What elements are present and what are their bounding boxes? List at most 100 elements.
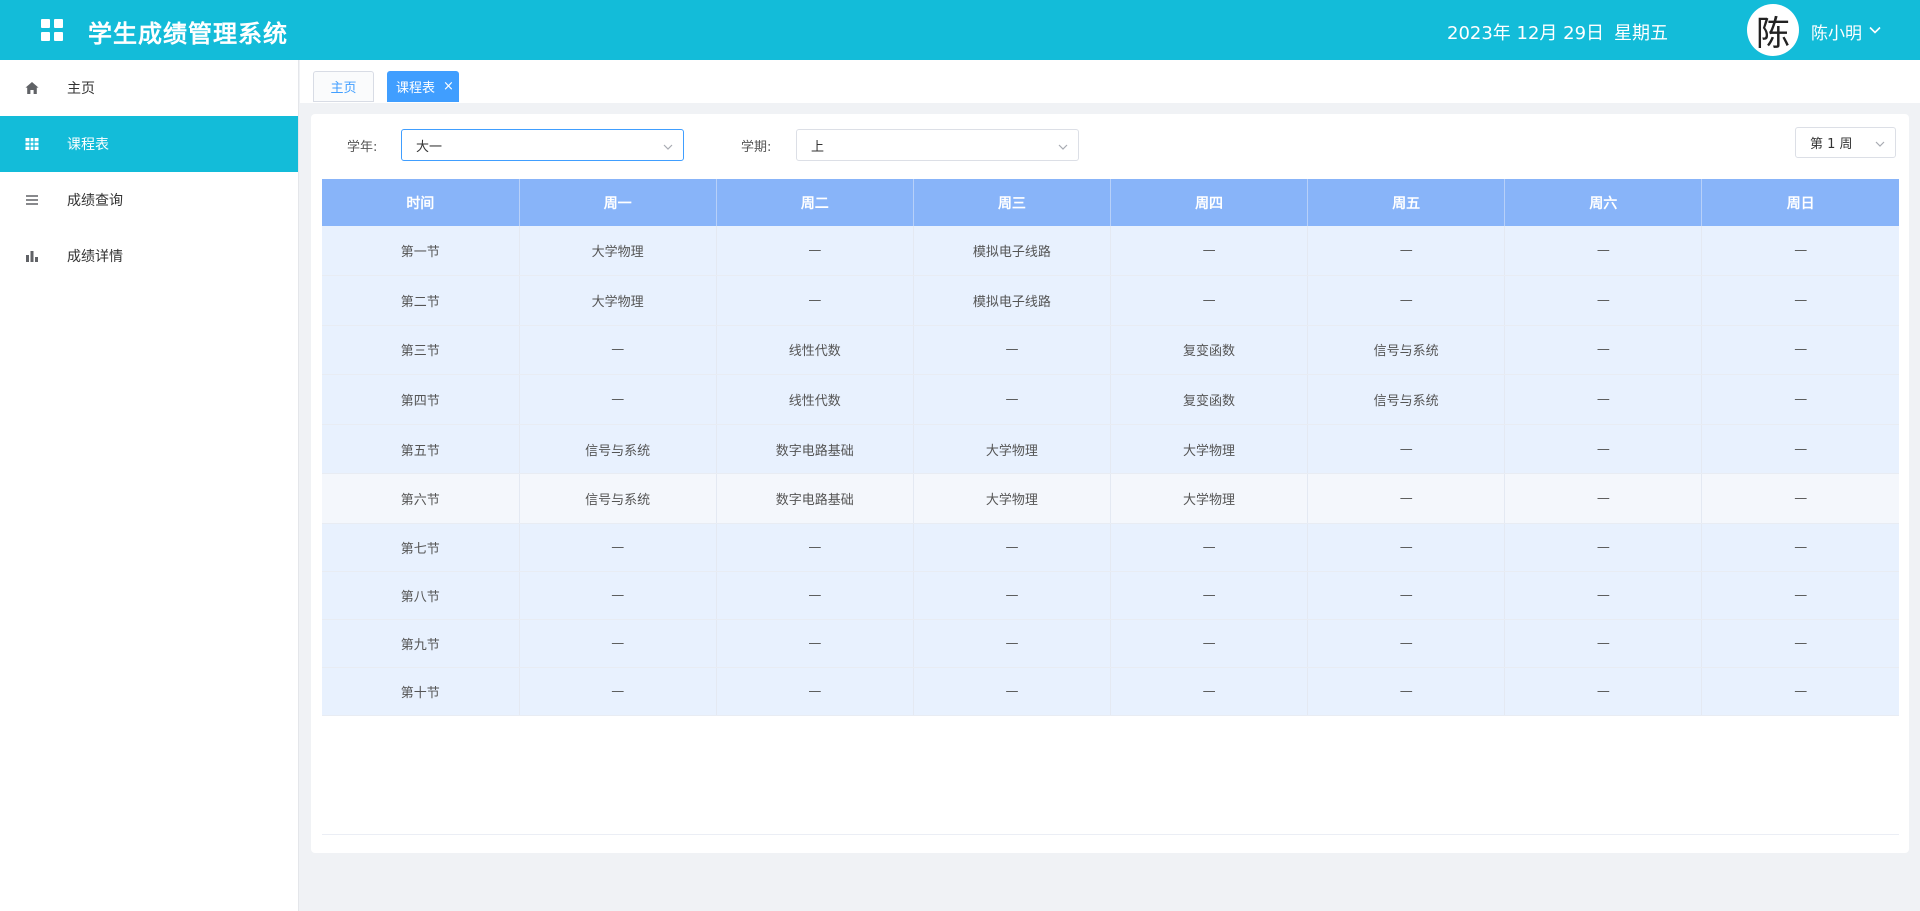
course-cell: — bbox=[1504, 275, 1703, 326]
period-cell: 第四节 bbox=[322, 374, 520, 425]
tab-label: 课程表 bbox=[396, 81, 436, 96]
course-cell: — bbox=[519, 571, 717, 621]
sidebar-item-grade-query[interactable]: 成绩查询 bbox=[0, 172, 298, 228]
course-cell: — bbox=[1504, 374, 1703, 425]
course-cell: — bbox=[1701, 473, 1899, 525]
sidebar-item-home[interactable]: 主页 bbox=[0, 60, 298, 116]
course-cell: — bbox=[1504, 523, 1703, 573]
course-cell: — bbox=[1701, 226, 1899, 277]
course-cell: 信号与系统 bbox=[519, 424, 717, 475]
current-weekday: 星期五 bbox=[1614, 23, 1668, 44]
course-cell: 信号与系统 bbox=[1307, 374, 1506, 425]
user-menu[interactable]: 陈小明 bbox=[1811, 19, 1882, 44]
tab-schedule[interactable]: 课程表 × bbox=[387, 71, 459, 102]
course-cell: — bbox=[1504, 424, 1703, 475]
course-cell: 复变函数 bbox=[1110, 325, 1309, 376]
course-cell: — bbox=[1504, 226, 1703, 277]
schedule-table: 时间 周一 周二 周三 周四 周五 周六 周日 第一节 大学物理 — 模拟电子线路 — —… bbox=[322, 179, 1899, 717]
course-cell: — bbox=[519, 619, 717, 669]
sidebar-item-label: 课程表 bbox=[67, 137, 109, 153]
table-row: 第七节 — — — — — — — bbox=[322, 523, 1899, 573]
table-row: 第十节 — — — — — — — bbox=[322, 667, 1899, 717]
course-cell: — bbox=[1307, 571, 1506, 621]
course-cell: — bbox=[1701, 619, 1899, 669]
sidebar: 主页 课程表 成绩查询 成绩详情 bbox=[0, 60, 299, 911]
app-title: 学生成绩管理系统 bbox=[88, 20, 288, 48]
sidebar-item-grade-detail[interactable]: 成绩详情 bbox=[0, 228, 298, 284]
week-select[interactable]: 第 1 周 bbox=[1795, 127, 1896, 158]
course-cell: — bbox=[1110, 571, 1309, 621]
chevron-down-icon bbox=[1868, 22, 1882, 42]
course-cell: — bbox=[1504, 667, 1703, 717]
course-cell: — bbox=[1307, 667, 1506, 717]
column-header: 时间 bbox=[322, 179, 520, 226]
period-cell: 第一节 bbox=[322, 226, 520, 277]
course-cell: — bbox=[913, 667, 1112, 717]
table-row: 第三节 — 线性代数 — 复变函数 信号与系统 — — bbox=[322, 325, 1899, 376]
course-cell: — bbox=[1701, 523, 1899, 573]
period-cell: 第七节 bbox=[322, 523, 520, 573]
course-cell: 线性代数 bbox=[716, 374, 914, 425]
course-cell: 大学物理 bbox=[519, 226, 717, 277]
column-header: 周四 bbox=[1110, 179, 1309, 226]
schedule-card: 学年: 大一 学期: 上 第 1 周 时间 周一 周二 周三 周四 周五 周六 bbox=[311, 114, 1909, 853]
course-cell: — bbox=[1701, 571, 1899, 621]
chevron-down-icon bbox=[1875, 138, 1885, 148]
table-row: 第五节 信号与系统 数字电路基础 大学物理 大学物理 — — — bbox=[322, 424, 1899, 475]
course-cell: — bbox=[716, 619, 914, 669]
course-cell: — bbox=[1504, 325, 1703, 376]
close-icon[interactable]: × bbox=[443, 80, 454, 93]
period-cell: 第八节 bbox=[322, 571, 520, 621]
grid-icon bbox=[24, 136, 40, 152]
period-cell: 第五节 bbox=[322, 424, 520, 475]
apps-grid-icon[interactable] bbox=[41, 19, 63, 41]
course-cell: — bbox=[913, 619, 1112, 669]
sidebar-item-schedule[interactable]: 课程表 bbox=[0, 116, 298, 172]
table-row: 第八节 — — — — — — — bbox=[322, 571, 1899, 621]
column-header: 周一 bbox=[519, 179, 717, 226]
course-cell: — bbox=[913, 325, 1112, 376]
period-cell: 第二节 bbox=[322, 275, 520, 326]
top-header: 学生成绩管理系统 2023年 12月 29日 星期五 陈 陈小明 bbox=[0, 0, 1920, 60]
course-cell: — bbox=[1504, 473, 1703, 525]
course-cell: — bbox=[1701, 374, 1899, 425]
tab-home[interactable]: 主页 bbox=[313, 71, 374, 102]
course-cell: — bbox=[1701, 667, 1899, 717]
year-select-value: 大一 bbox=[416, 139, 443, 155]
column-header: 周二 bbox=[716, 179, 914, 226]
term-select[interactable]: 上 bbox=[796, 129, 1079, 161]
tab-bar: 主页 课程表 × bbox=[300, 60, 1920, 103]
course-cell: — bbox=[1701, 275, 1899, 326]
year-select[interactable]: 大一 bbox=[401, 129, 684, 161]
bar-chart-icon bbox=[24, 248, 40, 264]
course-cell: — bbox=[1701, 325, 1899, 376]
course-cell: — bbox=[1110, 667, 1309, 717]
year-label: 学年: bbox=[347, 140, 378, 155]
course-cell: 信号与系统 bbox=[519, 473, 717, 525]
course-cell: — bbox=[1307, 473, 1506, 525]
course-cell: 复变函数 bbox=[1110, 374, 1309, 425]
table-row: 第六节 信号与系统 数字电路基础 大学物理 大学物理 — — — bbox=[322, 473, 1899, 525]
term-select-value: 上 bbox=[811, 139, 825, 155]
course-cell: — bbox=[519, 325, 717, 376]
course-cell: — bbox=[716, 571, 914, 621]
home-icon bbox=[24, 80, 40, 96]
course-cell: — bbox=[716, 275, 914, 326]
course-cell: — bbox=[1307, 275, 1506, 326]
course-cell: 大学物理 bbox=[1110, 424, 1309, 475]
course-cell: 信号与系统 bbox=[1307, 325, 1506, 376]
course-cell: — bbox=[1504, 571, 1703, 621]
column-header: 周六 bbox=[1504, 179, 1703, 226]
course-cell: — bbox=[519, 374, 717, 425]
course-cell: — bbox=[1110, 226, 1309, 277]
course-cell: — bbox=[1307, 523, 1506, 573]
course-cell: 大学物理 bbox=[519, 275, 717, 326]
list-icon bbox=[24, 192, 40, 208]
table-bottom-border bbox=[322, 834, 1899, 835]
course-cell: 大学物理 bbox=[1110, 473, 1309, 525]
course-cell: 模拟电子线路 bbox=[913, 226, 1112, 277]
course-cell: — bbox=[716, 667, 914, 717]
course-cell: — bbox=[1110, 619, 1309, 669]
term-label: 学期: bbox=[741, 140, 772, 155]
avatar[interactable]: 陈 bbox=[1747, 4, 1799, 56]
